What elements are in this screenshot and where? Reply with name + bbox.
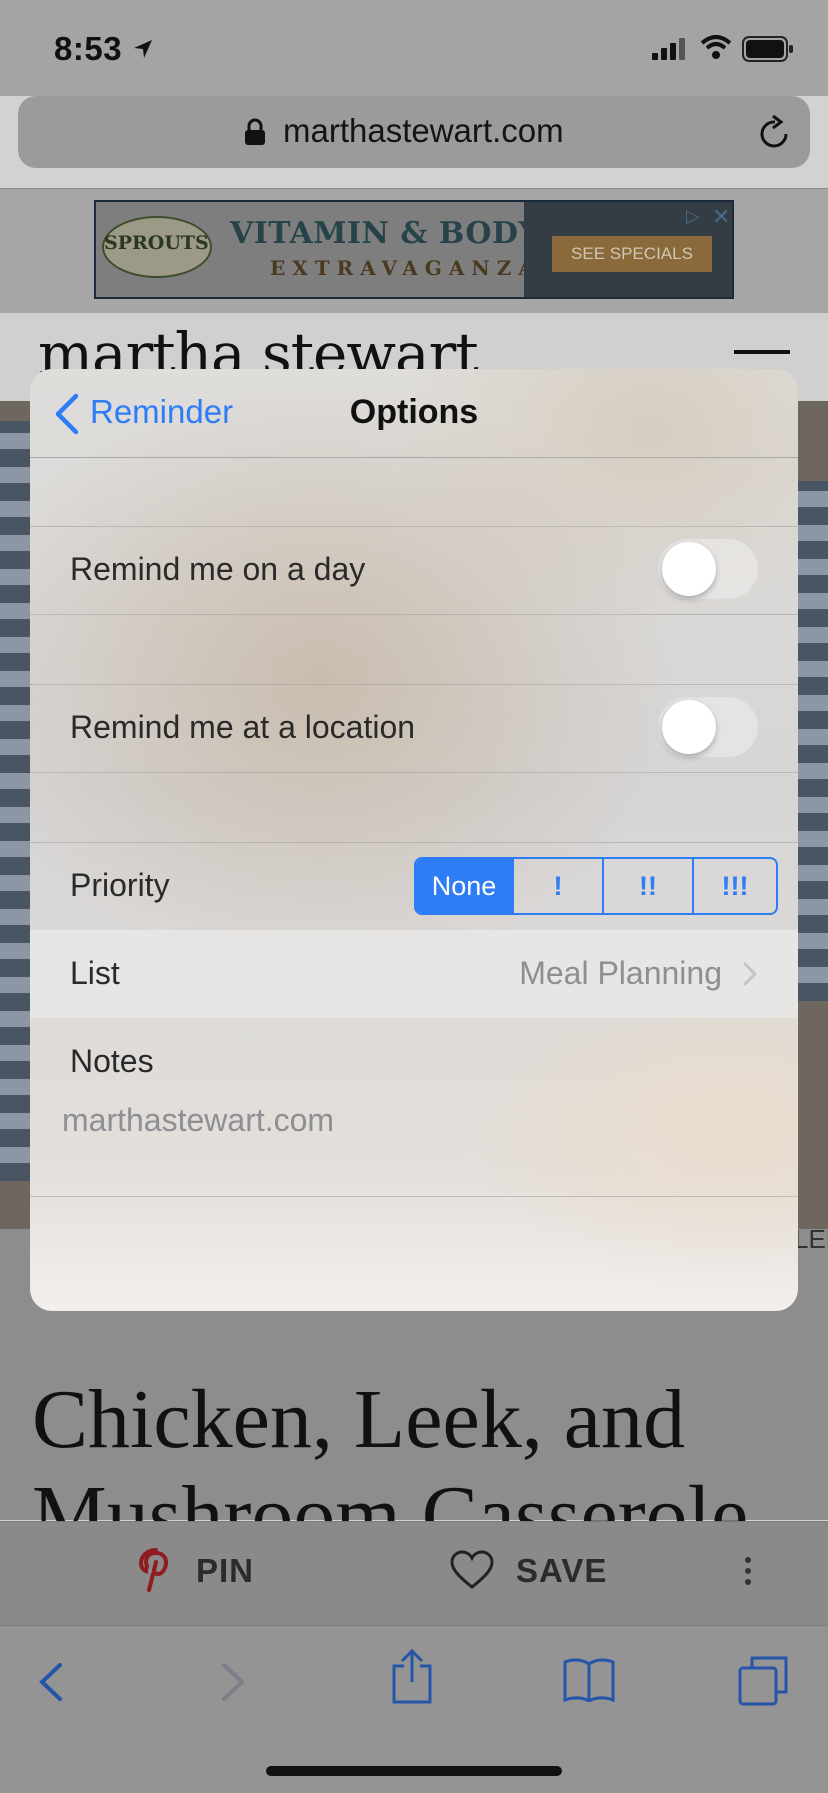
remind-location-toggle[interactable] xyxy=(658,697,758,757)
remind-day-label: Remind me on a day xyxy=(70,551,366,587)
share-icon[interactable] xyxy=(390,1648,434,1704)
chevron-right-icon xyxy=(743,962,758,986)
row-separator xyxy=(30,614,798,615)
reload-icon[interactable] xyxy=(758,114,792,150)
priority-none-segment[interactable]: None xyxy=(416,859,512,913)
row-separator xyxy=(30,772,798,773)
ad-cta-button[interactable]: SEE SPECIALS xyxy=(552,236,712,272)
row-separator xyxy=(30,842,798,843)
back-icon[interactable] xyxy=(38,1662,64,1702)
share-bar xyxy=(0,1521,828,1626)
pin-button[interactable]: PIN xyxy=(196,1552,254,1590)
priority-segmented-control[interactable]: None ! !! !!! xyxy=(414,857,778,915)
row-separator xyxy=(30,526,798,527)
ad-logo-text: SPROUTS xyxy=(104,232,209,254)
lock-icon xyxy=(245,118,265,145)
ad-subheadline: EXTRAVAGANZA xyxy=(270,256,541,280)
priority-low-segment[interactable]: ! xyxy=(512,859,602,913)
list-value: Meal Planning xyxy=(519,955,722,991)
toggle-knob xyxy=(662,700,716,754)
more-options-icon[interactable] xyxy=(744,1556,752,1586)
hamburger-menu-icon[interactable] xyxy=(734,350,790,354)
bookmarks-icon[interactable] xyxy=(562,1656,616,1702)
priority-medium-segment[interactable]: !! xyxy=(602,859,692,913)
home-indicator xyxy=(266,1766,562,1776)
row-separator xyxy=(30,1196,798,1197)
toggle-knob xyxy=(662,542,716,596)
ad-banner[interactable]: SPROUTS VITAMIN & BODY CARE EXTRAVAGANZA… xyxy=(94,200,734,299)
cellular-signal-icon xyxy=(652,38,685,60)
location-arrow-icon xyxy=(134,40,152,58)
remind-location-label: Remind me at a location xyxy=(70,709,416,745)
battery-icon xyxy=(742,36,793,62)
forward-icon[interactable] xyxy=(220,1662,246,1702)
priority-label: Priority xyxy=(70,867,170,903)
ad-close-icon[interactable]: ✕ xyxy=(712,204,730,230)
caption-fragment: LEE xyxy=(794,1224,828,1254)
ad-info-icon[interactable]: ▷ xyxy=(686,206,700,227)
reminder-options-sheet: Reminder Options Remind me on a day Remi… xyxy=(30,369,798,1311)
pinterest-icon[interactable] xyxy=(138,1548,174,1592)
wifi-icon xyxy=(700,35,732,59)
priority-high-segment[interactable]: !!! xyxy=(692,859,776,913)
notes-label: Notes xyxy=(70,1043,154,1079)
tabs-icon[interactable] xyxy=(738,1654,790,1706)
sheet-title: Options xyxy=(349,393,479,431)
list-label: List xyxy=(70,955,120,991)
heart-icon[interactable] xyxy=(450,1550,494,1590)
row-separator xyxy=(30,684,798,685)
remind-day-toggle[interactable] xyxy=(658,539,758,599)
save-button[interactable]: SAVE xyxy=(516,1552,607,1590)
status-time: 8:53 xyxy=(54,30,123,67)
notes-field[interactable]: marthastewart.com xyxy=(62,1102,334,1139)
url-text: marthastewart.com xyxy=(283,112,564,149)
